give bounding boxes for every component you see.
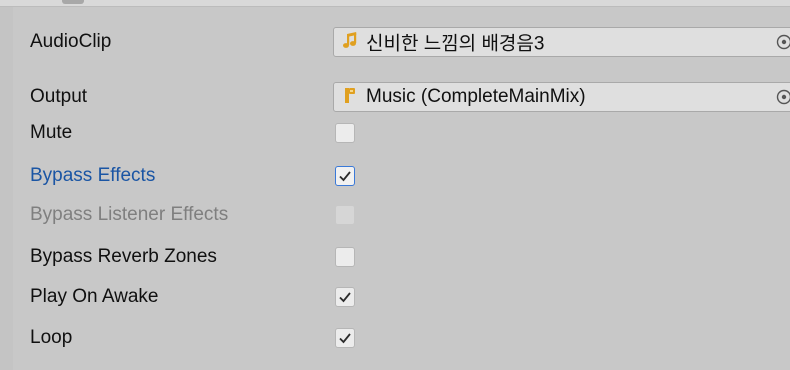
bypass-reverb-zones-checkbox[interactable] — [335, 247, 355, 267]
bypass-effects-checkbox[interactable] — [335, 166, 355, 186]
audioclip-object-field[interactable]: 신비한 느낌의 배경음3 — [333, 27, 790, 57]
output-object-field[interactable]: Music (CompleteMainMix) — [333, 82, 790, 112]
property-row-output: Output Music (CompleteMainMix) — [0, 79, 790, 115]
header-tab-handle — [62, 0, 84, 4]
object-picker-icon[interactable] — [774, 32, 790, 52]
checkmark-icon — [339, 171, 351, 182]
output-value: Music (CompleteMainMix) — [366, 86, 586, 107]
output-label: Output — [30, 86, 88, 107]
inspector-top-divider — [0, 0, 790, 7]
bypass-listener-effects-checkbox — [335, 205, 355, 225]
play-on-awake-checkbox[interactable] — [335, 287, 355, 307]
property-row-play-on-awake: Play On Awake — [0, 279, 790, 315]
property-row-loop: Loop — [0, 320, 790, 356]
bypass-listener-effects-label: Bypass Listener Effects — [30, 204, 229, 225]
checkmark-icon — [339, 333, 351, 344]
audio-mixer-group-icon — [343, 87, 357, 107]
checkmark-icon — [339, 292, 351, 303]
loop-checkbox[interactable] — [335, 328, 355, 348]
play-on-awake-label: Play On Awake — [30, 286, 159, 307]
loop-label: Loop — [30, 327, 73, 348]
object-picker-icon[interactable] — [774, 87, 790, 107]
bypass-reverb-zones-label: Bypass Reverb Zones — [30, 246, 217, 267]
property-row-bypass-effects: Bypass Effects — [0, 158, 790, 194]
audioclip-value: 신비한 느낌의 배경음3 — [366, 33, 545, 55]
bypass-effects-label: Bypass Effects — [30, 165, 156, 186]
property-row-mute: Mute — [0, 115, 790, 151]
mute-label: Mute — [30, 122, 73, 143]
audioclip-label: AudioClip — [30, 31, 112, 52]
property-row-bypass-reverb-zones: Bypass Reverb Zones — [0, 239, 790, 275]
audio-source-inspector: AudioClip 신비한 느낌의 배경음3 Output Music (Com… — [0, 0, 790, 370]
mute-checkbox[interactable] — [335, 123, 355, 143]
property-row-audioclip: AudioClip 신비한 느낌의 배경음3 — [0, 24, 790, 60]
property-row-bypass-listener-effects: Bypass Listener Effects — [0, 197, 790, 233]
music-note-icon — [343, 32, 358, 52]
